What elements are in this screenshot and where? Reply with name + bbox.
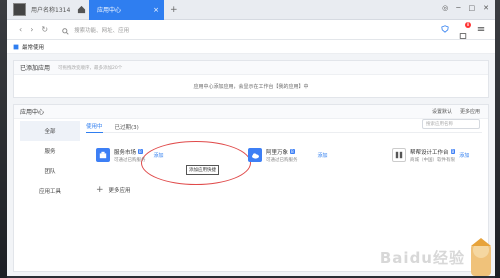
- window-controls: ◎ ─ □ ✕: [442, 4, 489, 12]
- bookmark-bar: 最常使用: [7, 40, 495, 54]
- app-name: 服务市场: [114, 149, 137, 156]
- service-market-icon: [96, 148, 110, 162]
- app-window: 用户名称1314 应用中心 × + ◎ ─ □ ✕ ‹ › ↻ 搜索功能、网址、…: [7, 0, 495, 276]
- bookmark-most-used[interactable]: 最常使用: [22, 43, 44, 51]
- app-card-service-market[interactable]: 服务市场 B 可通过已购服务 添加: [96, 145, 164, 165]
- skin-icon[interactable]: ◎: [442, 4, 448, 12]
- plus-icon: +: [96, 185, 104, 195]
- menu-icon[interactable]: [477, 25, 485, 33]
- app-center-links: 设置默认 更多应用: [432, 108, 480, 115]
- app-badge: B: [290, 149, 295, 154]
- app-desc: 可通过已购服务: [266, 157, 298, 163]
- add-app-button[interactable]: 添加: [154, 152, 164, 159]
- app-center-title: 应用中心: [20, 109, 45, 116]
- tab-label: 应用中心: [97, 7, 122, 14]
- tab-expired[interactable]: 已过期(3): [115, 121, 139, 133]
- cloud-icon: [248, 148, 262, 162]
- user-name[interactable]: 用户名称1314: [31, 5, 73, 14]
- added-apps-header: 已添加应用 可拖拽改变顺序，最多添加20个: [14, 61, 488, 75]
- more-apps-button[interactable]: + 更多应用: [96, 185, 131, 195]
- refresh-icon[interactable]: ↻: [41, 25, 48, 34]
- app-search-input[interactable]: 搜索应用名称: [422, 119, 480, 129]
- address-input[interactable]: 搜索功能、网址、应用: [74, 26, 129, 34]
- app-desc: 可通过已购服务: [114, 157, 146, 163]
- tab-in-use[interactable]: 使用中: [86, 121, 103, 133]
- status-tabs: 使用中 已过期(3) 搜索应用名称: [86, 119, 482, 133]
- more-apps-label: 更多应用: [108, 188, 131, 194]
- app-center-header: 应用中心 设置默认 更多应用: [14, 105, 488, 119]
- maximize-icon[interactable]: □: [469, 4, 476, 12]
- photo-frame-right: [495, 0, 500, 278]
- app-card-ali-wanxiang[interactable]: 阿里万象 B 可通过已购服务 添加: [248, 145, 328, 165]
- added-apps-title: 已添加应用: [20, 65, 51, 72]
- sidebar-item-all[interactable]: 全部: [20, 121, 80, 141]
- added-apps-subtitle: 可拖拽改变顺序，最多添加20个: [58, 65, 123, 71]
- app-desc: 商城（中国）软件有限: [410, 157, 455, 163]
- added-apps-empty-message: 应用中心添加应用，会显示在工作台【我的应用】中: [193, 84, 309, 90]
- search-icon: [62, 20, 69, 39]
- app-badge: B: [138, 149, 143, 154]
- back-icon[interactable]: ‹: [19, 25, 22, 34]
- app-card-design-workbench[interactable]: 帮帮设计工作台 B 商城（中国）软件有限 添加: [392, 145, 469, 165]
- app-name: 帮帮设计工作台: [410, 149, 449, 156]
- close-tab-icon[interactable]: ×: [153, 6, 159, 14]
- toolbar-icons: 8: [441, 22, 485, 44]
- shield-icon[interactable]: [441, 25, 449, 33]
- set-default-link[interactable]: 设置默认: [432, 108, 452, 115]
- bell-icon: [459, 33, 467, 39]
- notification-badge: 8: [465, 22, 471, 28]
- add-tab-button[interactable]: +: [170, 5, 178, 15]
- tab-app-center[interactable]: 应用中心 ×: [89, 0, 164, 20]
- minimize-icon[interactable]: ─: [456, 4, 460, 12]
- tab-bar: 用户名称1314 应用中心 × + ◎ ─ □ ✕: [7, 0, 495, 20]
- close-icon[interactable]: ✕: [483, 4, 489, 12]
- mascot-image: [471, 238, 491, 276]
- added-apps-panel: 已添加应用 可拖拽改变顺序，最多添加20个 应用中心添加应用，会显示在工作台【我…: [13, 60, 489, 98]
- add-app-tooltip: 添加应用快捷: [186, 165, 219, 175]
- home-icon[interactable]: [75, 4, 87, 16]
- app-list-area: 使用中 已过期(3) 搜索应用名称 服务市场 B 可通过已购服务 添加 添加应用快…: [86, 119, 482, 267]
- sidebar-item-tools[interactable]: 应用工具: [20, 181, 80, 201]
- notification-button[interactable]: 8: [459, 22, 471, 44]
- avatar[interactable]: [13, 3, 26, 16]
- photo-frame-left: [0, 0, 7, 278]
- category-sidebar: 全部 服务 团队 应用工具: [20, 121, 80, 201]
- app-name: 阿里万象: [266, 149, 289, 156]
- sidebar-item-team[interactable]: 团队: [20, 161, 80, 181]
- address-bar: ‹ › ↻ 搜索功能、网址、应用 8: [7, 20, 495, 40]
- baidu-watermark: Baidu经验: [379, 249, 465, 267]
- forward-icon[interactable]: ›: [30, 25, 33, 34]
- sidebar-item-service[interactable]: 服务: [20, 141, 80, 161]
- add-app-button[interactable]: 添加: [318, 152, 328, 159]
- more-apps-link[interactable]: 更多应用: [460, 108, 480, 115]
- app-badge: B: [450, 149, 456, 154]
- bookmark-icon: [13, 44, 19, 49]
- add-app-button[interactable]: 添加: [459, 152, 469, 159]
- design-app-icon: [392, 148, 406, 162]
